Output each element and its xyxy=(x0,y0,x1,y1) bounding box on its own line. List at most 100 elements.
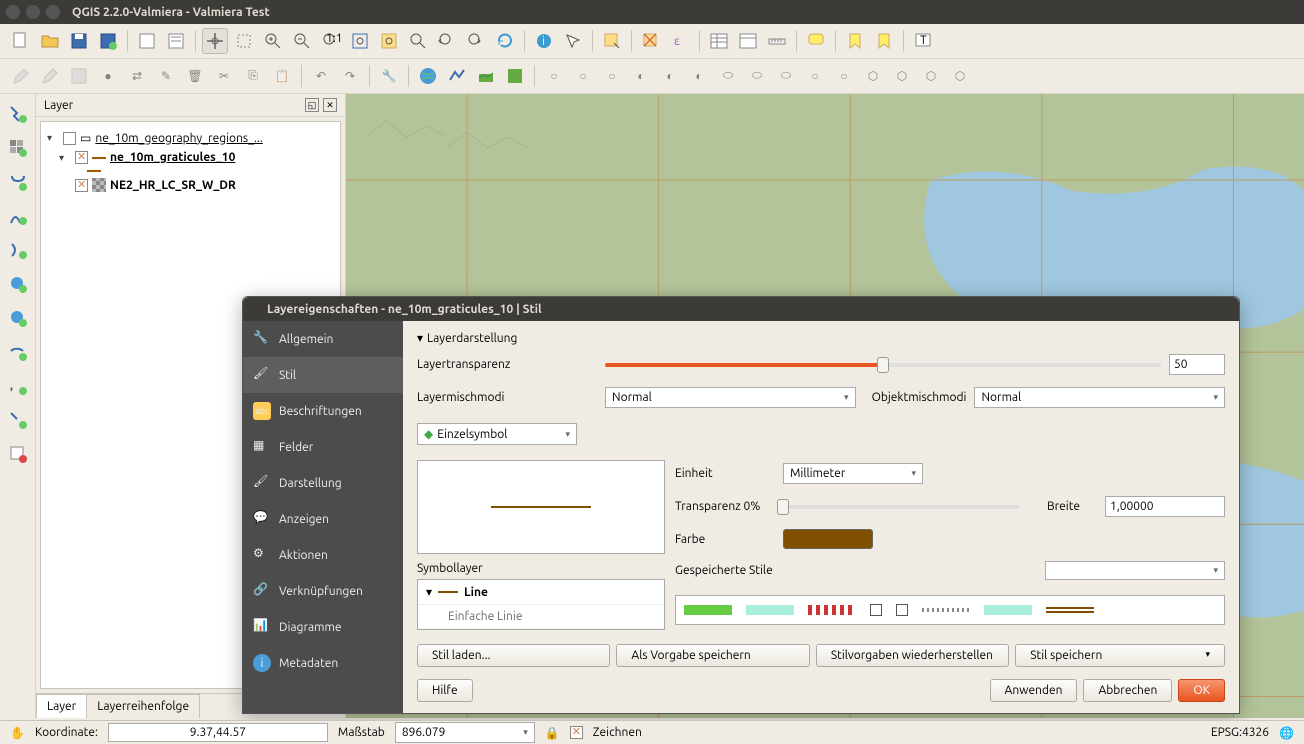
unit-combo[interactable]: Millimeter▾ xyxy=(783,463,923,484)
add-csv-icon[interactable]: , xyxy=(4,372,32,400)
coord-input[interactable] xyxy=(108,723,328,742)
field-calc-icon[interactable] xyxy=(735,28,761,54)
renderer-type-combo[interactable]: ◆Einzelsymbol ▾ xyxy=(417,423,577,445)
save-as-icon[interactable] xyxy=(95,28,121,54)
save-project-icon[interactable] xyxy=(66,28,92,54)
render-checkbox[interactable] xyxy=(570,726,583,739)
text-annotation-icon[interactable]: T xyxy=(910,28,936,54)
bookmark-new-icon[interactable] xyxy=(842,28,868,54)
attribute-table-icon[interactable] xyxy=(706,28,732,54)
style-preset[interactable] xyxy=(984,605,1032,615)
new-vector-icon[interactable] xyxy=(4,406,32,434)
add-vector-layer-icon[interactable] xyxy=(4,100,32,128)
geom-tool-9-icon[interactable]: ⬭ xyxy=(773,63,799,89)
collapse-icon[interactable]: ▾ xyxy=(417,331,423,345)
panel-close-icon[interactable]: ✕ xyxy=(323,98,337,112)
refresh-icon[interactable] xyxy=(492,28,518,54)
save-edits-icon[interactable] xyxy=(66,63,92,89)
measure-icon[interactable] xyxy=(764,28,790,54)
style-preset[interactable] xyxy=(870,604,882,616)
sidebar-item-general[interactable]: 🔧Allgemein xyxy=(243,321,403,357)
pan-icon[interactable] xyxy=(202,28,228,54)
globe-icon[interactable] xyxy=(415,63,441,89)
sidebar-item-display[interactable]: 💬Anzeigen xyxy=(243,501,403,537)
style-preset[interactable] xyxy=(746,605,794,615)
geom-tool-10-icon[interactable]: ○ xyxy=(802,63,828,89)
geom-tool-6-icon[interactable]: ◐ xyxy=(686,63,712,89)
geom-tool-3-icon[interactable]: ○ xyxy=(599,63,625,89)
geom-tool-11-icon[interactable]: ○ xyxy=(831,63,857,89)
geom-tool-7-icon[interactable]: ⬭ xyxy=(715,63,741,89)
edit-icon[interactable] xyxy=(8,63,34,89)
add-raster-layer-icon[interactable] xyxy=(4,134,32,162)
select-icon[interactable] xyxy=(560,28,586,54)
composer-manager-icon[interactable] xyxy=(163,28,189,54)
layer-item[interactable]: ▾ ne_10m_graticules_10 xyxy=(47,148,334,167)
settings-icon[interactable]: 🔧 xyxy=(376,63,402,89)
layer-item[interactable]: ▾ ▭ ne_10m_geography_regions_... xyxy=(47,128,334,148)
cut-icon[interactable]: ✂ xyxy=(211,63,237,89)
map-tips-icon[interactable] xyxy=(803,28,829,54)
paste-icon[interactable]: 📋 xyxy=(269,63,295,89)
sidebar-item-actions[interactable]: ⚙Aktionen xyxy=(243,537,403,573)
tab-layer[interactable]: Layer xyxy=(36,694,87,718)
geom-tool-4-icon[interactable]: ◐ xyxy=(628,63,654,89)
transparency-spinbox[interactable] xyxy=(1169,354,1225,375)
zoom-out-icon[interactable] xyxy=(289,28,315,54)
add-raster-icon[interactable] xyxy=(473,63,499,89)
new-project-icon[interactable] xyxy=(8,28,34,54)
geom-tool-15-icon[interactable]: ⬡ xyxy=(947,63,973,89)
section-rendering[interactable]: ▾Layerdarstellung xyxy=(417,331,1225,345)
geom-tool-12-icon[interactable]: ⬡ xyxy=(860,63,886,89)
sidebar-item-diagrams[interactable]: 📊Diagramme xyxy=(243,609,403,645)
close-icon[interactable] xyxy=(6,5,20,19)
style-preset[interactable] xyxy=(922,608,970,612)
save-style-button[interactable]: Stil speichern ▾ xyxy=(1015,644,1225,667)
sidebar-item-rendering[interactable]: 🖌Darstellung xyxy=(243,465,403,501)
crs-button-icon[interactable]: 🌐 xyxy=(1279,726,1294,740)
delete-icon[interactable]: 🗑 xyxy=(182,63,208,89)
width-spinbox[interactable] xyxy=(1105,496,1225,517)
layer-blend-combo[interactable]: Normal▾ xyxy=(605,387,856,408)
add-vector-icon[interactable] xyxy=(444,63,470,89)
style-preset[interactable] xyxy=(896,604,908,616)
node-tool-icon[interactable]: ✎ xyxy=(153,63,179,89)
zoom-next-icon[interactable] xyxy=(463,28,489,54)
add-wms-icon[interactable] xyxy=(502,63,528,89)
pan-selection-icon[interactable] xyxy=(231,28,257,54)
cancel-button[interactable]: Abbrechen xyxy=(1083,679,1172,702)
sidebar-item-metadata[interactable]: iMetadaten xyxy=(243,645,403,681)
zoom-full-icon[interactable] xyxy=(347,28,373,54)
symbollayer-row-line[interactable]: ▾Line xyxy=(418,580,664,605)
add-feature-icon[interactable]: ● xyxy=(95,63,121,89)
bookmarks-icon[interactable] xyxy=(871,28,897,54)
maximize-icon[interactable] xyxy=(46,5,60,19)
dialog-titlebar[interactable]: Layereigenschaften - ne_10m_graticules_1… xyxy=(243,297,1239,321)
add-wfs-icon[interactable] xyxy=(4,338,32,366)
scale-lock-icon[interactable]: 🔒 xyxy=(545,726,560,740)
move-feature-icon[interactable]: ⇄ xyxy=(124,63,150,89)
saved-styles-gallery[interactable] xyxy=(675,595,1225,625)
toggle-extents-icon[interactable]: ✋ xyxy=(10,726,25,740)
layer-checkbox[interactable] xyxy=(75,179,88,192)
saved-styles-combo[interactable]: ▾ xyxy=(1045,561,1225,580)
expand-icon[interactable]: ▾ xyxy=(47,132,59,144)
panel-undock-icon[interactable]: ◱ xyxy=(305,98,319,112)
sidebar-item-style[interactable]: 🖌Stil xyxy=(243,357,403,393)
geom-tool-8-icon[interactable]: ⬭ xyxy=(744,63,770,89)
deselect-icon[interactable] xyxy=(638,28,664,54)
sym-transparency-slider[interactable] xyxy=(783,505,1019,509)
undo-icon[interactable]: ↶ xyxy=(308,63,334,89)
identify-icon[interactable]: i xyxy=(531,28,557,54)
add-postgis-icon[interactable] xyxy=(4,168,32,196)
symbollayer-row-simple-line[interactable]: Einfache Linie xyxy=(418,605,664,629)
add-wcs-icon[interactable] xyxy=(4,304,32,332)
restore-default-button[interactable]: Stilvorgaben wiederherstellen xyxy=(816,644,1009,667)
geom-tool-2-icon[interactable]: ○ xyxy=(570,63,596,89)
style-preset[interactable] xyxy=(684,605,732,615)
feature-blend-combo[interactable]: Normal▾ xyxy=(974,387,1225,408)
expand-icon[interactable]: ▾ xyxy=(59,152,71,164)
geom-tool-5-icon[interactable]: ◐ xyxy=(657,63,683,89)
expression-select-icon[interactable]: ε xyxy=(667,28,693,54)
symbollayer-tree[interactable]: ▾Line Einfache Linie xyxy=(417,579,665,630)
